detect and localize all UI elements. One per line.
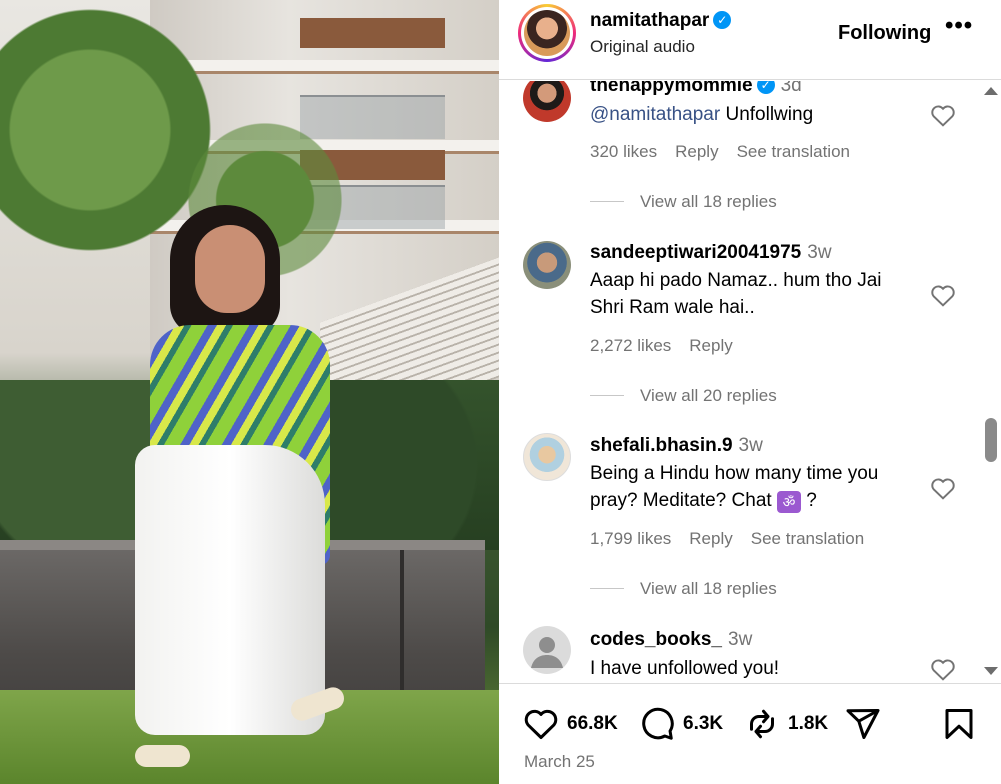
commenter-avatar[interactable] [523,241,571,289]
author-avatar[interactable] [518,4,576,62]
view-replies-button[interactable]: View all 18 replies [590,579,777,599]
comment-time: 3w [728,629,753,650]
verified-badge-icon: ✓ [756,81,775,94]
following-button[interactable]: Following [838,22,931,45]
share-button[interactable] [845,704,881,744]
commenter-username[interactable]: sandeeptiwari20041975 [590,242,801,263]
reply-button[interactable]: Reply [689,336,732,355]
commenter-avatar[interactable] [523,626,571,674]
heart-icon[interactable] [930,476,956,500]
comments-count[interactable]: 6.3K [683,713,723,735]
commenter-username[interactable]: codes_books_ [590,629,722,650]
likes-count[interactable]: 66.8K [567,713,618,735]
post-date[interactable]: March 25 [524,752,595,772]
scroll-down-arrow-icon[interactable] [984,667,998,675]
comment-button[interactable]: 6.3K [639,704,723,744]
comment-time: 3d [780,81,802,96]
like-button[interactable]: 66.8K [523,704,618,744]
comment-time: 3w [738,435,763,456]
scroll-up-arrow-icon[interactable] [984,87,998,95]
comment-likes[interactable]: 2,272 likes [590,336,671,355]
see-translation-link[interactable]: See translation [737,142,850,161]
person-figure [130,205,360,767]
comments-list[interactable]: thehappymommie ✓ 3d @namitathapar Unfollwi… [499,81,1001,682]
comment-text: @namitathapar Unfollwing [590,104,814,125]
default-user-icon [531,637,563,668]
save-button[interactable] [941,704,977,744]
comment-meta: 320 likes Reply See translation [590,142,868,162]
comment-text: Aaap hi pado Namaz.. hum tho Jai Shri Ra… [590,270,882,318]
post-header: namitathapar ✓ Original audio Following •… [499,0,1001,80]
view-replies-button[interactable]: View all 18 replies [590,192,777,212]
share-icon [846,709,880,739]
repost-button[interactable]: 1.8K [744,704,828,744]
repost-icon [750,709,774,739]
mention-link[interactable]: @namitathapar [590,104,720,125]
comment-time: 3w [807,242,832,263]
commenter-avatar[interactable] [523,81,571,122]
comment-meta: 2,272 likes Reply [590,336,751,356]
heart-icon [524,709,558,739]
verified-badge-icon: ✓ [713,11,732,29]
comment-text: Being a Hindu how many time you pray? Me… [590,463,879,513]
reply-button[interactable]: Reply [689,529,732,548]
comment-likes[interactable]: 320 likes [590,142,657,161]
heart-icon[interactable] [930,103,956,127]
post-side-panel: namitathapar ✓ Original audio Following •… [499,0,1001,784]
comment-likes[interactable]: 1,799 likes [590,529,671,548]
comment-icon [642,707,674,740]
comment-meta: 1,799 likes Reply See translation [590,529,882,549]
comment-text: I have unfollowed you! [590,658,780,679]
reply-button[interactable]: Reply [675,142,718,161]
more-options-icon[interactable]: ••• [945,12,973,40]
audio-link[interactable]: Original audio [590,37,695,57]
heart-icon[interactable] [930,283,956,307]
commenter-avatar[interactable] [523,433,571,481]
balcony-ceiling [300,18,445,48]
comments-scrollbar[interactable] [980,81,1000,682]
post-media[interactable] [0,0,499,784]
om-emoji: ॐ [776,491,801,513]
scrollbar-thumb[interactable] [985,418,997,462]
heart-icon[interactable] [930,657,956,681]
commenter-username[interactable]: thehappymommie [590,81,753,96]
post-actions-bar: 66.8K 6.3K 1.8K March 25 [499,683,1001,784]
bookmark-icon [945,709,973,739]
view-replies-button[interactable]: View all 20 replies [590,386,777,406]
see-translation-link[interactable]: See translation [751,529,864,548]
reposts-count[interactable]: 1.8K [788,713,828,735]
author-username[interactable]: namitathapar [590,10,709,31]
commenter-username[interactable]: shefali.bhasin.9 [590,435,733,456]
